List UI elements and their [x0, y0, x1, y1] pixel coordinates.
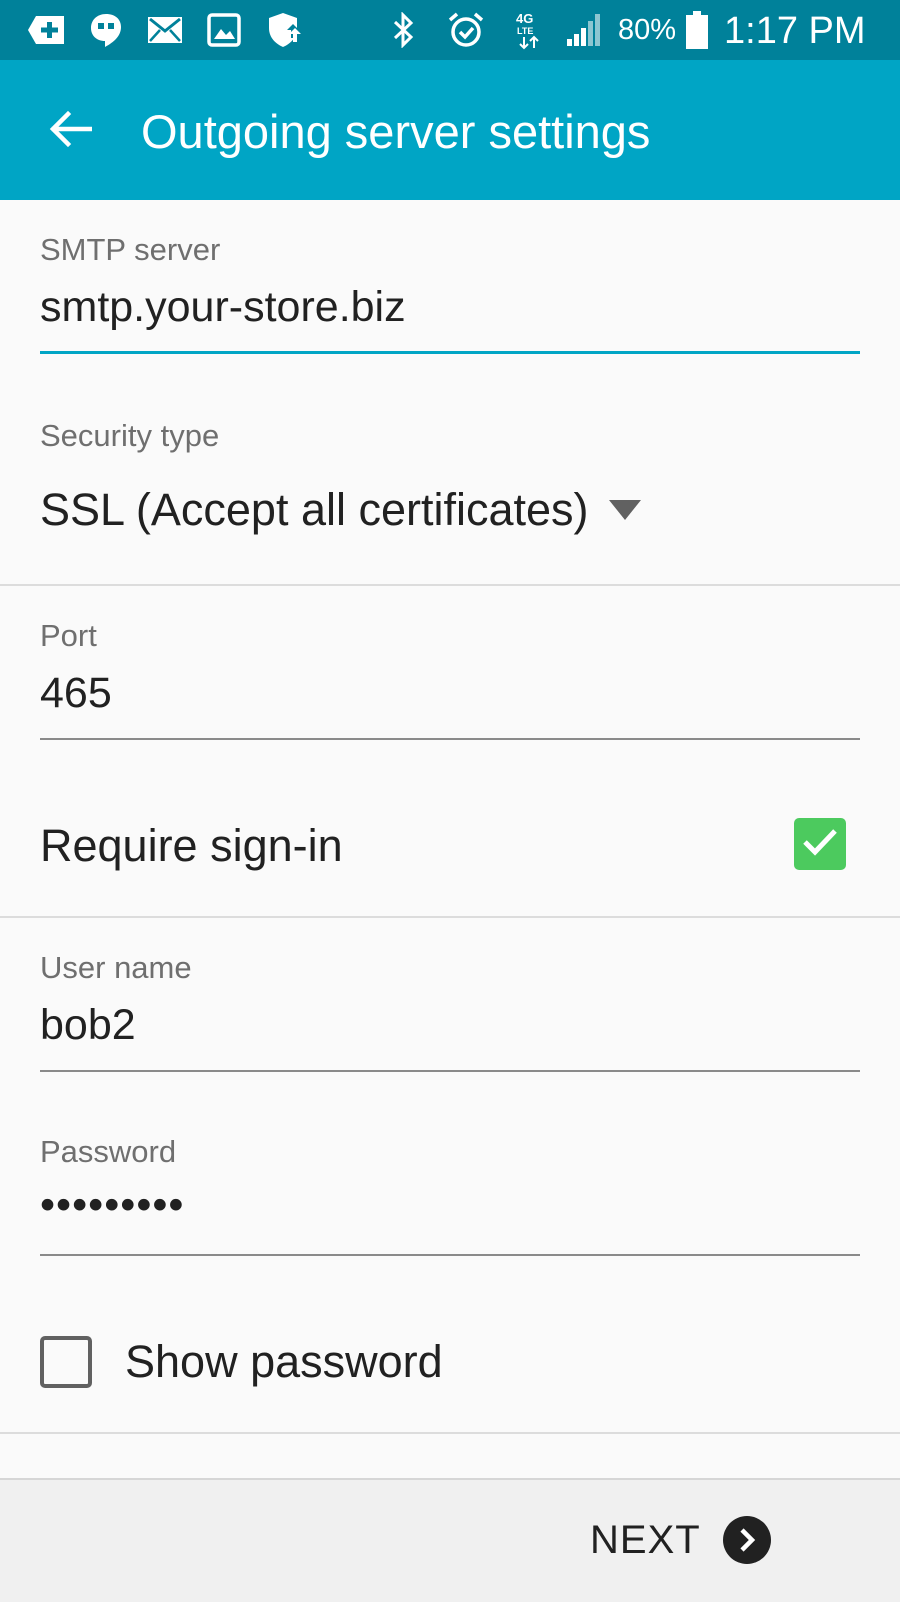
port-input[interactable]: 465 — [40, 668, 112, 718]
svg-text:LTE: LTE — [517, 26, 533, 36]
clock: 1:17 PM — [724, 10, 866, 52]
battery-icon — [684, 11, 710, 49]
add-icon — [28, 12, 68, 48]
divider — [0, 584, 900, 586]
back-arrow-icon — [48, 109, 93, 154]
divider — [0, 1432, 900, 1434]
back-button[interactable] — [30, 96, 110, 166]
battery-percent: 80% — [618, 14, 677, 46]
user-name-underline — [40, 1070, 860, 1072]
smtp-server-label: SMTP server — [40, 232, 221, 267]
password-label: Password — [40, 1134, 177, 1169]
user-name-label: User name — [40, 950, 192, 985]
svg-text:4G: 4G — [516, 11, 533, 26]
security-type-value: SSL (Accept all certificates) — [40, 484, 589, 535]
security-type-dropdown[interactable]: SSL (Accept all certificates) — [40, 480, 641, 540]
require-signin-label: Require sign-in — [40, 820, 343, 871]
mail-icon — [146, 12, 184, 48]
app-bar: Outgoing server settings — [0, 60, 900, 200]
next-label: NEXT — [590, 1518, 701, 1562]
lte-icon: 4G LTE — [514, 11, 544, 50]
shield-icon — [266, 12, 304, 48]
alarm-icon — [446, 12, 486, 48]
smtp-server-underline — [40, 351, 860, 354]
security-type-label: Security type — [40, 418, 220, 453]
password-underline — [40, 1254, 860, 1256]
require-signin-checkbox[interactable] — [794, 818, 846, 870]
gallery-icon — [206, 12, 242, 48]
bottom-bar: NEXT — [0, 1478, 900, 1602]
bluetooth-icon — [388, 12, 418, 48]
port-label: Port — [40, 618, 97, 653]
checkmark-icon — [801, 826, 839, 863]
user-name-input[interactable]: bob2 — [40, 1000, 136, 1050]
page-title: Outgoing server settings — [141, 105, 651, 158]
chevron-right-icon — [722, 1516, 771, 1564]
show-password-checkbox[interactable] — [40, 1336, 92, 1388]
next-button[interactable]: NEXT — [590, 1502, 771, 1578]
status-bar: 4G LTE 80% 1:17 PM — [0, 0, 900, 60]
signal-icon — [564, 12, 604, 48]
divider — [0, 916, 900, 918]
show-password-label: Show password — [125, 1336, 443, 1387]
port-underline — [40, 738, 860, 740]
dropdown-arrow-icon — [608, 500, 641, 520]
smtp-server-input[interactable]: smtp.your-store.biz — [40, 282, 406, 332]
hangouts-icon — [88, 12, 124, 48]
password-input[interactable]: ••••••••• — [40, 1180, 185, 1230]
